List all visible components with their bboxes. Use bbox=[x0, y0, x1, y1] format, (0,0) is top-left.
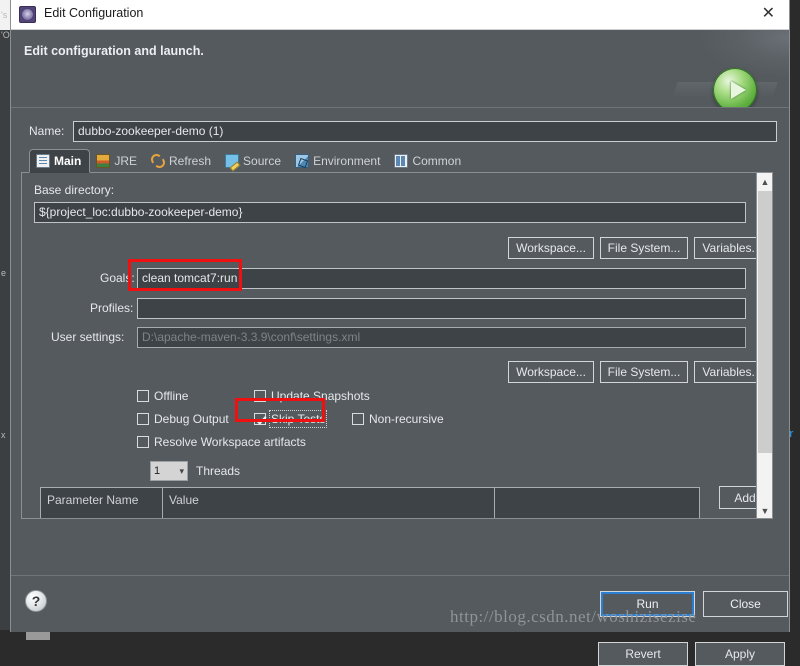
environment-tab-icon bbox=[295, 154, 310, 168]
tab-refresh-label: Refresh bbox=[169, 154, 212, 168]
chevron-down-icon: ▾ bbox=[179, 465, 184, 476]
checkbox-non-recursive[interactable]: Non-recursive bbox=[352, 412, 444, 426]
update-snapshots-checkbox-box bbox=[254, 390, 266, 402]
background-fragment-3: x bbox=[1, 430, 6, 440]
base-filesystem-button[interactable]: File System... bbox=[600, 237, 688, 259]
background-fragment-0: 's bbox=[1, 10, 8, 20]
user-settings-input[interactable]: D:\apache-maven-3.3.9\conf\settings.xml bbox=[137, 327, 746, 348]
background-fragment-1: 'O bbox=[1, 30, 10, 40]
settings-filesystem-button[interactable]: File System... bbox=[600, 361, 688, 383]
checkbox-resolve-workspace-artifacts-label: Resolve Workspace artifacts bbox=[154, 435, 306, 449]
dialog-body: Name: dubbo-zookeeper-demo (1) Main JRE … bbox=[11, 108, 789, 666]
name-input[interactable]: dubbo-zookeeper-demo (1) bbox=[73, 121, 777, 142]
common-tab-icon bbox=[394, 154, 409, 168]
base-variables-button-label: Variables... bbox=[702, 241, 762, 255]
scrollbar-thumb[interactable] bbox=[758, 191, 772, 453]
base-directory-label: Base directory: bbox=[34, 183, 115, 197]
checkbox-offline[interactable]: Offline bbox=[137, 389, 188, 403]
threads-dropdown[interactable]: 1 ▾ bbox=[150, 461, 188, 481]
close-button[interactable]: Close bbox=[703, 591, 788, 617]
parameter-table-header-value: Value bbox=[163, 488, 495, 518]
threads-row: 1 ▾ Threads bbox=[150, 461, 240, 481]
main-tab-panel: Base directory: ${project_loc:dubbo-zook… bbox=[21, 173, 773, 519]
goals-input[interactable]: clean tomcat7:run bbox=[137, 268, 746, 289]
non-recursive-checkbox-box bbox=[352, 413, 364, 425]
checkbox-offline-label: Offline bbox=[154, 389, 189, 403]
tab-refresh[interactable]: Refresh bbox=[145, 149, 219, 173]
apply-button-label: Apply bbox=[724, 647, 756, 661]
panel-scrollbar[interactable]: ▲ ▼ bbox=[756, 173, 772, 518]
base-workspace-button[interactable]: Workspace... bbox=[508, 237, 594, 259]
skip-tests-checkbox-box bbox=[254, 413, 266, 425]
tab-main-label: Main bbox=[54, 154, 82, 168]
settings-workspace-button[interactable]: Workspace... bbox=[508, 361, 594, 383]
checkbox-resolve-workspace-artifacts[interactable]: Resolve Workspace artifacts bbox=[137, 435, 306, 449]
help-icon[interactable]: ? bbox=[25, 590, 47, 612]
offline-checkbox-box bbox=[137, 390, 149, 402]
main-tab-icon bbox=[36, 154, 50, 168]
revert-button[interactable]: Revert bbox=[598, 642, 688, 666]
user-settings-label: User settings: bbox=[51, 330, 125, 344]
goals-label: Goals: bbox=[100, 271, 135, 285]
scroll-down-icon[interactable]: ▼ bbox=[757, 502, 772, 518]
refresh-tab-icon bbox=[151, 154, 166, 168]
background-fragment-2: e bbox=[1, 268, 7, 278]
base-workspace-button-label: Workspace... bbox=[516, 241, 586, 255]
run-play-icon bbox=[713, 68, 757, 107]
checkbox-debug-output[interactable]: Debug Output bbox=[137, 412, 229, 426]
name-row: Name: dubbo-zookeeper-demo (1) bbox=[21, 121, 779, 143]
background-ide-right-strip bbox=[790, 0, 800, 640]
tab-jre[interactable]: JRE bbox=[90, 149, 145, 173]
checkbox-non-recursive-label: Non-recursive bbox=[369, 412, 444, 426]
main-tab-content: Base directory: ${project_loc:dubbo-zook… bbox=[22, 173, 772, 518]
tab-main[interactable]: Main bbox=[29, 149, 91, 173]
revert-button-label: Revert bbox=[625, 647, 661, 661]
checkbox-debug-output-label: Debug Output bbox=[154, 412, 229, 426]
threads-label: Threads bbox=[196, 464, 241, 478]
debug-output-checkbox-box bbox=[137, 413, 149, 425]
tab-environment[interactable]: Environment bbox=[289, 149, 388, 173]
tab-environment-label: Environment bbox=[313, 154, 381, 168]
dialog-titlebar: Edit Configuration ✕ bbox=[11, 0, 789, 30]
checkbox-skip-tests[interactable]: Skip Tests bbox=[254, 410, 328, 428]
checkbox-update-snapshots[interactable]: Update Snapshots bbox=[254, 389, 370, 403]
parameter-table-header-extra bbox=[495, 488, 699, 518]
edit-configuration-dialog: Edit Configuration ✕ Edit configuration … bbox=[10, 0, 790, 666]
settings-filesystem-button-label: File System... bbox=[607, 365, 681, 379]
threads-value: 1 bbox=[154, 465, 161, 477]
dialog-banner: Edit configuration and launch. bbox=[11, 30, 789, 108]
tab-source-label: Source bbox=[243, 154, 282, 168]
close-icon[interactable]: ✕ bbox=[762, 5, 775, 23]
tab-common[interactable]: Common bbox=[388, 149, 469, 173]
tab-jre-label: JRE bbox=[114, 154, 138, 168]
settings-workspace-button-label: Workspace... bbox=[516, 365, 586, 379]
parameter-table-header-name: Parameter Name bbox=[41, 488, 163, 518]
tab-source[interactable]: Source bbox=[219, 149, 289, 173]
resolve-workspace-artifacts-checkbox-box bbox=[137, 436, 149, 448]
base-filesystem-button-label: File System... bbox=[607, 241, 681, 255]
watermark-text: http://blog.csdn.net/woshizisezise bbox=[450, 607, 697, 626]
source-tab-icon bbox=[225, 154, 240, 168]
tab-bar: Main JRE Refresh Source Environment Comm… bbox=[21, 149, 779, 173]
tab-common-label: Common bbox=[412, 154, 462, 168]
profiles-label: Profiles: bbox=[90, 301, 134, 315]
close-button-label: Close bbox=[730, 597, 761, 611]
name-label: Name: bbox=[29, 124, 65, 138]
banner-heading: Edit configuration and launch. bbox=[24, 44, 204, 58]
parameter-table[interactable]: Parameter Name Value bbox=[40, 487, 700, 518]
profiles-input[interactable] bbox=[137, 298, 746, 319]
checkbox-skip-tests-label: Skip Tests bbox=[268, 410, 328, 428]
checkbox-update-snapshots-label: Update Snapshots bbox=[271, 389, 370, 403]
dialog-title: Edit Configuration bbox=[44, 6, 144, 20]
base-directory-input[interactable]: ${project_loc:dubbo-zookeeper-demo} bbox=[34, 202, 746, 223]
jre-tab-icon bbox=[96, 154, 111, 168]
scroll-up-icon[interactable]: ▲ bbox=[757, 173, 772, 190]
apply-button[interactable]: Apply bbox=[695, 642, 785, 666]
gear-icon bbox=[19, 6, 36, 23]
settings-variables-button-label: Variables... bbox=[702, 365, 762, 379]
